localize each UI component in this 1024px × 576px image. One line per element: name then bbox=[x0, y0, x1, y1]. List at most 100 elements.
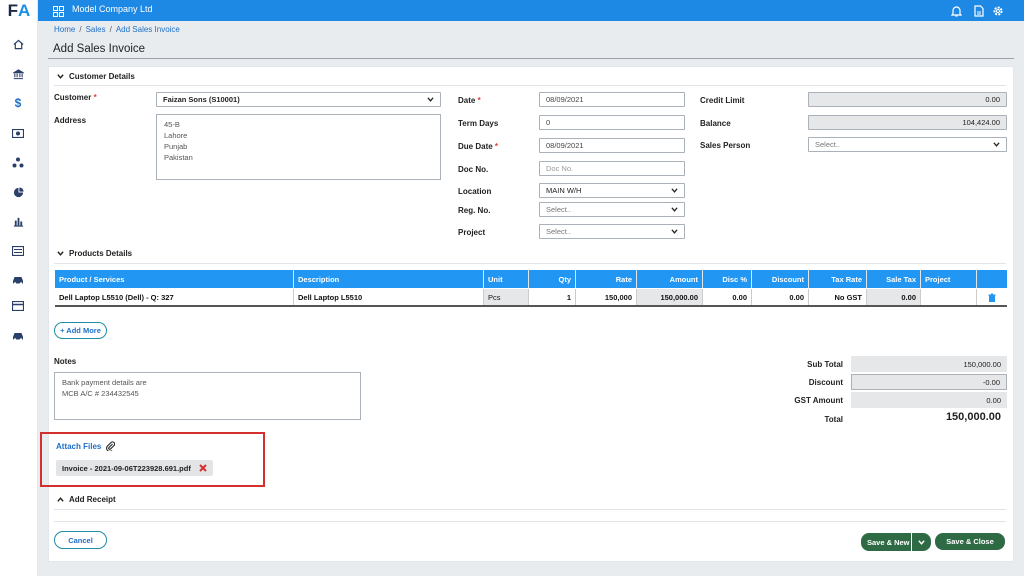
chevron-down-icon bbox=[993, 142, 1000, 147]
list-icon[interactable] bbox=[10, 244, 26, 258]
column-header: Unit bbox=[484, 270, 529, 288]
chevron-down-icon bbox=[57, 74, 64, 79]
network-icon[interactable] bbox=[10, 155, 26, 169]
balance-field: 104,424.00 bbox=[808, 115, 1007, 130]
discount-input[interactable]: -0.00 bbox=[851, 374, 1007, 390]
dollar-icon[interactable]: $ bbox=[10, 96, 26, 110]
breadcrumb: Home / Sales / Add Sales Invoice bbox=[54, 25, 180, 34]
chevron-down-icon bbox=[671, 229, 678, 234]
add-more-button[interactable]: + Add More bbox=[54, 322, 107, 339]
cash-icon[interactable] bbox=[10, 126, 26, 140]
doc-no-label: Doc No. bbox=[458, 165, 489, 174]
address-label: Address bbox=[54, 116, 87, 125]
breadcrumb-current[interactable]: Add Sales Invoice bbox=[116, 25, 180, 34]
bell-icon[interactable] bbox=[950, 4, 963, 17]
total-value: 150,000.00 bbox=[945, 411, 1001, 423]
date-label: Date * bbox=[458, 96, 481, 105]
cancel-button[interactable]: Cancel bbox=[54, 531, 107, 549]
save-close-button[interactable]: Save & Close bbox=[935, 533, 1005, 550]
truck-icon[interactable] bbox=[10, 329, 26, 343]
attach-files-label: Attach Files bbox=[56, 441, 102, 451]
notes-textarea[interactable]: Bank payment details are MCB A/C # 23443… bbox=[54, 372, 361, 420]
card-icon[interactable] bbox=[10, 299, 26, 313]
customer-select[interactable]: Faizan Sons (S10001) bbox=[156, 92, 441, 107]
add-receipt-toggle[interactable]: Add Receipt bbox=[57, 495, 116, 504]
sub-total-label: Sub Total bbox=[807, 360, 843, 369]
breadcrumb-sales[interactable]: Sales bbox=[86, 25, 106, 34]
column-header: Project bbox=[921, 270, 977, 288]
breadcrumb-separator: / bbox=[79, 25, 82, 34]
table-cell[interactable]: 150,000 bbox=[576, 289, 637, 305]
sales-person-label: Sales Person bbox=[700, 141, 751, 150]
due-date-input[interactable]: 08/09/2021 bbox=[539, 138, 685, 153]
table-cell: 150,000.00 bbox=[637, 289, 703, 305]
table-cell[interactable]: No GST bbox=[809, 289, 867, 305]
column-header: Amount bbox=[637, 270, 703, 288]
sidebar: FA $ bbox=[0, 0, 38, 576]
address-textarea[interactable]: 45-B Lahore Punjab Pakistan bbox=[156, 114, 441, 180]
table-cell[interactable]: Pcs bbox=[484, 289, 529, 305]
attach-files-button[interactable]: Attach Files bbox=[56, 441, 116, 451]
term-days-input[interactable]: 0 bbox=[539, 115, 685, 130]
location-label: Location bbox=[458, 187, 492, 196]
balance-label: Balance bbox=[700, 119, 731, 128]
divider bbox=[54, 263, 1006, 264]
project-label: Project bbox=[458, 228, 486, 237]
section-title: Customer Details bbox=[69, 72, 135, 81]
title-divider bbox=[48, 58, 1014, 59]
page-title: Add Sales Invoice bbox=[53, 43, 146, 55]
pie-chart-icon[interactable] bbox=[10, 185, 26, 199]
products-details-toggle[interactable]: Products Details bbox=[57, 249, 132, 258]
due-date-label: Due Date * bbox=[458, 142, 499, 151]
column-header: Product / Services bbox=[55, 270, 294, 288]
project-select[interactable]: Select.. bbox=[539, 224, 685, 239]
app-logo[interactable]: FA bbox=[0, 0, 38, 22]
section-title: Products Details bbox=[69, 249, 133, 258]
chevron-down-icon bbox=[427, 97, 434, 102]
breadcrumb-home[interactable]: Home bbox=[54, 25, 75, 34]
remove-file-icon[interactable] bbox=[199, 464, 207, 472]
trash-icon[interactable] bbox=[988, 293, 996, 302]
column-header: Description bbox=[294, 270, 484, 288]
discount-label: Discount bbox=[808, 378, 843, 387]
gst-amount-value: 0.00 bbox=[851, 392, 1007, 408]
attached-file-chip[interactable]: Invoice - 2021-09-06T223928.691.pdf bbox=[56, 460, 213, 476]
table-cell[interactable]: 0.00 bbox=[752, 289, 809, 305]
reg-no-select[interactable]: Select.. bbox=[539, 202, 685, 217]
table-cell[interactable] bbox=[921, 289, 977, 305]
sub-total-value: 150,000.00 bbox=[851, 356, 1007, 372]
home-icon[interactable] bbox=[10, 37, 26, 51]
table-cell[interactable]: 0.00 bbox=[703, 289, 752, 305]
breadcrumb-separator: / bbox=[109, 25, 112, 34]
table-cell[interactable]: Dell Laptop L5510 (Dell) - Q: 327 bbox=[55, 289, 294, 305]
car-icon[interactable] bbox=[10, 273, 26, 287]
location-select[interactable]: MAIN W/H bbox=[539, 183, 685, 198]
apps-grid-icon[interactable] bbox=[53, 4, 64, 17]
notes-label: Notes bbox=[54, 357, 77, 366]
company-name[interactable]: Model Company Ltd bbox=[72, 4, 153, 14]
sales-person-select[interactable]: Select.. bbox=[808, 137, 1007, 152]
table-cell[interactable]: Dell Laptop L5510 bbox=[294, 289, 484, 305]
save-new-label: Save & New bbox=[867, 537, 910, 547]
bank-icon[interactable] bbox=[10, 67, 26, 81]
table-cell[interactable]: 1 bbox=[529, 289, 576, 305]
save-new-dropdown[interactable] bbox=[911, 533, 931, 551]
attached-file-name: Invoice - 2021-09-06T223928.691.pdf bbox=[62, 463, 191, 473]
products-table-header: Product / Services Description Unit Qty … bbox=[55, 270, 1007, 288]
chevron-down-icon bbox=[57, 251, 64, 256]
column-header: Rate bbox=[576, 270, 637, 288]
customer-details-toggle[interactable]: Customer Details bbox=[57, 72, 135, 81]
term-days-label: Term Days bbox=[458, 119, 499, 128]
gear-icon[interactable] bbox=[991, 4, 1004, 17]
table-cell: 0.00 bbox=[867, 289, 921, 305]
divider bbox=[54, 509, 1006, 510]
chevron-down-icon bbox=[918, 539, 925, 545]
paperclip-icon bbox=[106, 441, 116, 451]
date-input[interactable]: 08/09/2021 bbox=[539, 92, 685, 107]
doc-no-input[interactable]: Doc No. bbox=[539, 161, 685, 176]
bar-chart-icon[interactable] bbox=[10, 214, 26, 228]
document-icon[interactable] bbox=[972, 4, 985, 17]
table-cell bbox=[977, 289, 1007, 305]
column-header: Qty bbox=[529, 270, 576, 288]
divider bbox=[54, 85, 1006, 86]
